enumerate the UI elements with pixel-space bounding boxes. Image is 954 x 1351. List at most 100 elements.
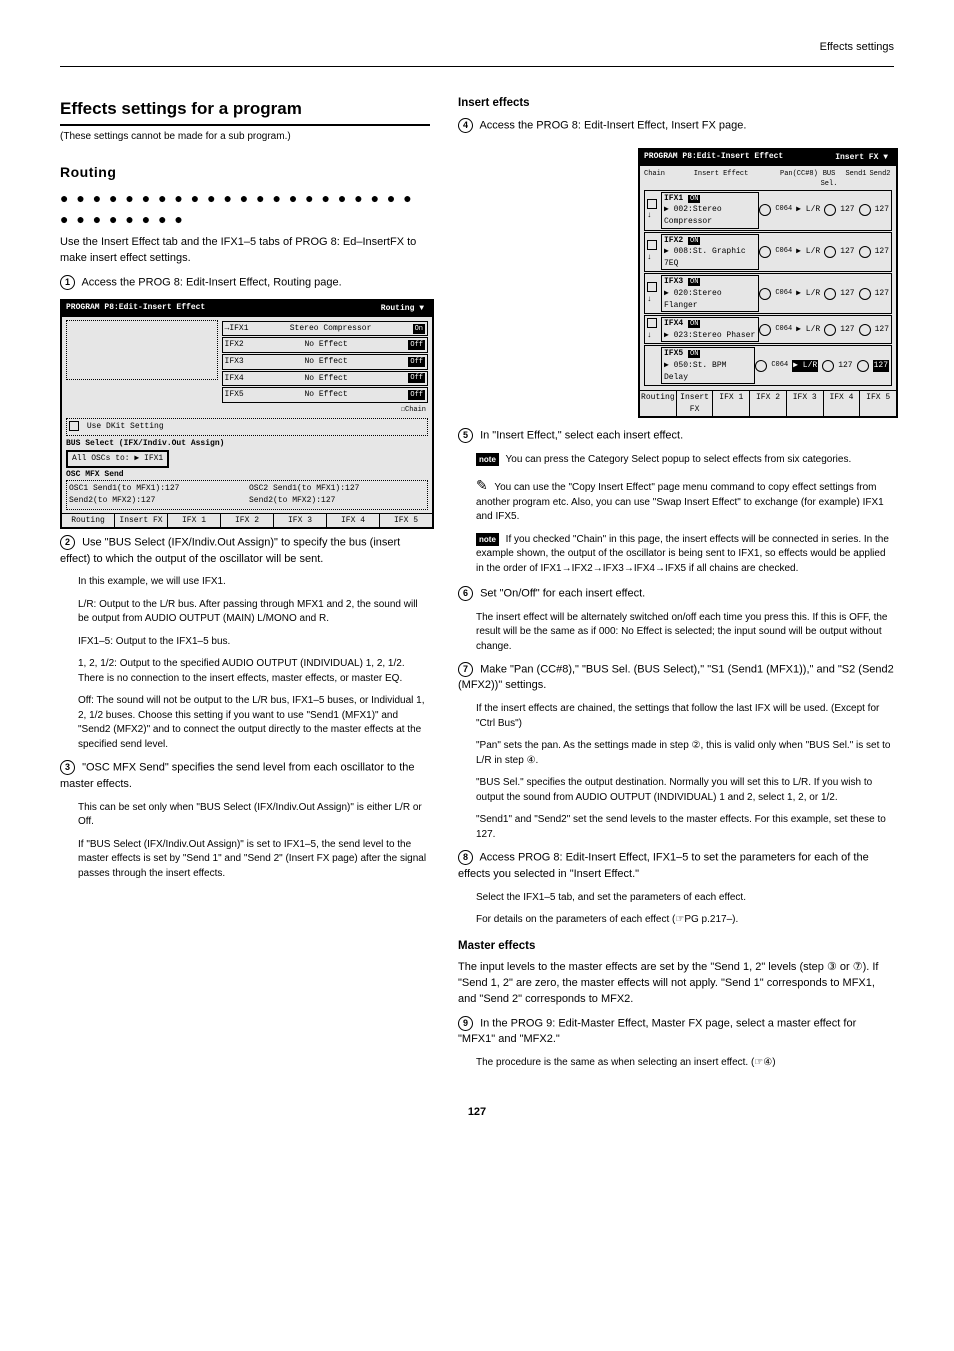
note-icon: note	[476, 453, 499, 467]
lcd2-tab-routing[interactable]: Routing	[640, 391, 677, 416]
header-rule	[60, 66, 894, 67]
step7b-text: If the insert effects are chained, the s…	[458, 702, 894, 731]
lcd1-title-left: PROGRAM P8:Edit-Insert Effect	[66, 302, 205, 316]
step8-text: Access PROG 8: Edit-Insert Effect, IFX1–…	[458, 852, 869, 880]
step-1: 1 Access the PROG 8: Edit-Insert Effect,…	[60, 275, 430, 291]
step7c-text: "Pan" sets the pan. As the settings made…	[458, 739, 894, 768]
step7d-text: "BUS Sel." specifies the output destinat…	[458, 776, 894, 805]
step-6: 6 Set "On/Off" for each insert effect.	[458, 586, 894, 602]
lcd1-tab-ifx[interactable]: Insert FX	[115, 514, 168, 528]
lcd2-row-ifx5[interactable]: IFX5 ON▶ 050:St. BPM Delay C064▶ L/R1271…	[644, 345, 892, 386]
use-dkit-label: Use DKit Setting	[87, 422, 164, 431]
step-num-8: 8	[458, 850, 473, 865]
lcd1-tab-5[interactable]: IFX 5	[380, 514, 432, 528]
col-bussel: BUS Sel.	[814, 169, 844, 189]
busdef-lr: L/R: Output to the L/R bus. After passin…	[60, 598, 430, 627]
lcd1-tab-1[interactable]: IFX 1	[168, 514, 221, 528]
lcd1-tab-2[interactable]: IFX 2	[221, 514, 274, 528]
lcd2-tab-5[interactable]: IFX 5	[860, 391, 896, 416]
section-title: Effects settings for a program	[60, 97, 430, 126]
step7-text: Make "Pan (CC#8)," "BUS Sel. (BUS Select…	[458, 663, 894, 691]
lcd2-rows: ↓ IFX1 ON▶ 002:Stereo Compressor C064▶ L…	[644, 190, 892, 386]
osc1-send2[interactable]: Send2(to MFX2):127	[69, 495, 245, 507]
step-num-7: 7	[458, 662, 473, 677]
step-7: 7 Make "Pan (CC#8)," "BUS Sel. (BUS Sele…	[458, 662, 894, 694]
busdef-12: 1, 2, 1/2: Output to the specified AUDIO…	[60, 657, 430, 686]
lcd2-row-ifx1[interactable]: ↓ IFX1 ON▶ 002:Stereo Compressor C064▶ L…	[644, 190, 892, 231]
lcd1-tab-routing[interactable]: Routing	[62, 514, 115, 528]
step9-text: In the PROG 9: Edit-Master Effect, Maste…	[458, 1017, 856, 1045]
osc2-send1[interactable]: OSC2 Send1(to MFX1):127	[249, 483, 425, 495]
step-9: 9 In the PROG 9: Edit-Master Effect, Mas…	[458, 1016, 894, 1048]
lcd1-row-ifx5[interactable]: IFX5No EffectOff	[222, 387, 428, 403]
step-3: 3 "OSC MFX Send" specifies the send leve…	[60, 760, 430, 792]
osc2-send2[interactable]: Send2(to MFX2):127	[249, 495, 425, 507]
page-number: 127	[60, 1105, 894, 1121]
lcd1-row-ifx2[interactable]: IFX2No EffectOff	[222, 337, 428, 353]
step-num-1: 1	[60, 275, 75, 290]
step2a-text: Use "BUS Select (IFX/Indiv.Out Assign)" …	[60, 537, 400, 565]
lcd2-tab-4[interactable]: IFX 4	[824, 391, 861, 416]
busdef-ifx: IFX1–5: Output to the IFX1–5 bus.	[60, 635, 430, 650]
masterfx-heading: Master effects	[458, 938, 894, 955]
step4-text: Access the PROG 8: Edit-Insert Effect, I…	[479, 119, 746, 131]
note5b: You can use the "Copy Insert Effect" pag…	[458, 475, 894, 525]
lcd-insertfx: PROGRAM P8:Edit-Insert Effect Insert FX …	[638, 148, 898, 418]
lcd1-row-ifx4[interactable]: IFX4No EffectOff	[222, 371, 428, 387]
col-s2: Send2	[868, 169, 892, 189]
step3b-text: This can be set only when "BUS Select (I…	[60, 801, 430, 830]
section-title-note: (These settings cannot be made for a sub…	[60, 130, 430, 145]
step-2: 2 Use "BUS Select (IFX/Indiv.Out Assign)…	[60, 535, 430, 567]
step-8: 8 Access PROG 8: Edit-Insert Effect, IFX…	[458, 850, 894, 882]
lcd2-tab-1[interactable]: IFX 1	[713, 391, 750, 416]
step-num-6: 6	[458, 586, 473, 601]
page-header-right: Effects settings	[60, 40, 894, 56]
lcd2-tab-2[interactable]: IFX 2	[750, 391, 787, 416]
lcd1-tab-3[interactable]: IFX 3	[274, 514, 327, 528]
use-dkit-check[interactable]	[69, 421, 79, 431]
col-s1: Send1	[844, 169, 868, 189]
lcd2-tab-3[interactable]: IFX 3	[787, 391, 824, 416]
lcd2-row-ifx2[interactable]: ↓ IFX2 ON▶ 008:St. Graphic 7EQ C064▶ L/R…	[644, 232, 892, 273]
step7e-text: "Send1" and "Send2" set the send levels …	[458, 813, 894, 842]
col-pan: Pan(CC#8)	[780, 169, 814, 189]
lcd1-mfx-header: OSC MFX Send	[66, 469, 428, 481]
lcd1-row-ifx3[interactable]: IFX3No EffectOff	[222, 354, 428, 370]
routing-heading: Routing	[60, 162, 430, 182]
step-5: 5 In "Insert Effect," select each insert…	[458, 428, 894, 444]
routing-dots: ● ● ● ● ● ● ● ● ● ● ● ● ● ● ● ● ● ● ● ● …	[60, 188, 430, 229]
note5c: note If you checked "Chain" in this page…	[458, 533, 894, 577]
note5a: note You can press the Category Select p…	[458, 453, 894, 468]
note-icon-2: note	[476, 533, 499, 547]
lcd1-row-ifx1[interactable]: →IFX1Stereo CompressorOn	[222, 321, 428, 337]
lcd1-bus-value[interactable]: All OSCs to: ▶ IFX1	[72, 454, 163, 463]
step-num-5: 5	[458, 428, 473, 443]
step6b-text: The insert effect will be alternately sw…	[458, 611, 894, 655]
step1-text: Access the PROG 8: Edit-Insert Effect, R…	[81, 276, 341, 288]
lcd2-row-ifx3[interactable]: ↓ IFX3 ON▶ 020:Stereo Flanger C064▶ L/R1…	[644, 273, 892, 314]
step-num-2: 2	[60, 535, 75, 550]
step9b-text: The procedure is the same as when select…	[458, 1056, 894, 1071]
col-effect: Insert Effect	[662, 169, 780, 189]
lcd1-chain-label[interactable]: ☐Chain	[222, 404, 428, 416]
step-num-3: 3	[60, 760, 75, 775]
lcd2-title-left: PROGRAM P8:Edit-Insert Effect	[644, 151, 783, 165]
step6-text: Set "On/Off" for each insert effect.	[480, 588, 645, 600]
step-num-9: 9	[458, 1016, 473, 1031]
lcd1-tab-4[interactable]: IFX 4	[327, 514, 380, 528]
lcd2-row-ifx4[interactable]: ↓ IFX4 ON▶ 023:Stereo Phaser C064▶ L/R12…	[644, 315, 892, 344]
lcd2-tab-ifx[interactable]: Insert FX	[677, 391, 714, 416]
busdef-off: Off: The sound will not be output to the…	[60, 694, 430, 752]
lcd1-title-right[interactable]: Routing ▼	[377, 302, 428, 316]
step8b-text: Select the IFX1–5 tab, and set the param…	[458, 891, 894, 906]
lcd2-title-right[interactable]: Insert FX ▼	[831, 151, 892, 165]
step8c-text: For details on the parameters of each ef…	[458, 913, 894, 928]
osc1-send1[interactable]: OSC1 Send1(to MFX1):127	[69, 483, 245, 495]
lcd1-bus-header: BUS Select (IFX/Indiv.Out Assign)	[66, 438, 428, 450]
masterfx-intro: The input levels to the master effects a…	[458, 960, 894, 1008]
step3c-text: If "BUS Select (IFX/Indiv.Out Assign)" i…	[60, 838, 430, 882]
routing-intro: Use the Insert Effect tab and the IFX1–5…	[60, 235, 430, 267]
lcd-routing: PROGRAM P8:Edit-Insert Effect Routing ▼ …	[60, 299, 434, 529]
step5-text: In "Insert Effect," select each insert e…	[480, 430, 683, 442]
step-num-4: 4	[458, 118, 473, 133]
